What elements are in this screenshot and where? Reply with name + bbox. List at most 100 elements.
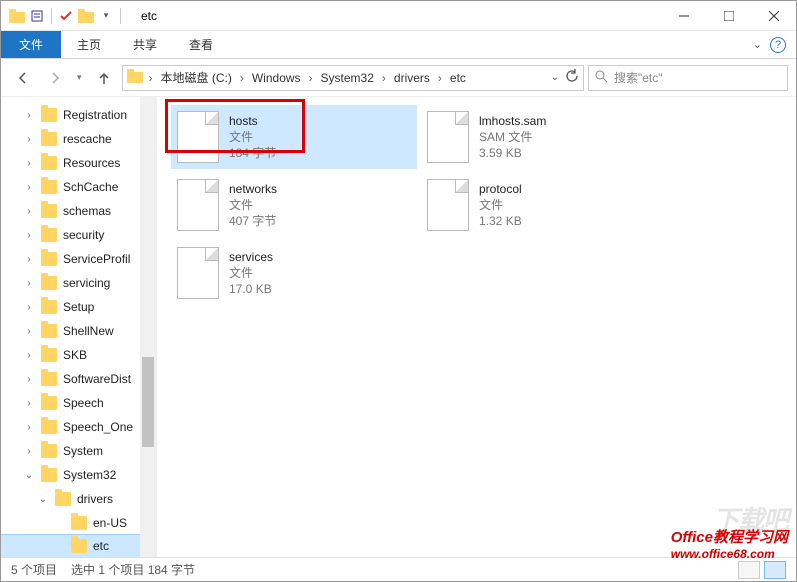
sidebar-item-label: rescache	[63, 132, 112, 146]
file-name: lmhosts.sam	[479, 113, 546, 129]
address-dropdown-icon[interactable]: ⌄	[551, 72, 559, 83]
chevron-right-icon[interactable]: ›	[303, 71, 319, 85]
file-meta: services文件17.0 KB	[229, 249, 273, 297]
chevron-down-icon[interactable]: ⌄	[23, 470, 35, 481]
chevron-right-icon[interactable]: ›	[432, 71, 448, 85]
recent-dropdown-icon[interactable]: ▾	[73, 72, 86, 83]
file-meta: protocol文件1.32 KB	[479, 181, 522, 229]
sidebar-item-serviceprofil[interactable]: ›ServiceProfil	[1, 247, 156, 271]
sidebar-item-skb[interactable]: › SKB	[1, 343, 156, 367]
folder-icon	[41, 180, 57, 194]
file-tile[interactable]: lmhosts.samSAM 文件3.59 KB	[421, 105, 667, 169]
sidebar-item-label: SKB	[63, 348, 87, 362]
chevron-right-icon[interactable]: ›	[23, 158, 35, 169]
forward-button[interactable]	[41, 64, 69, 92]
file-tile[interactable]: networks文件407 字节	[171, 173, 417, 237]
sidebar-item-en-us[interactable]: en-US	[1, 511, 156, 535]
chevron-right-icon[interactable]: ›	[23, 422, 35, 433]
folder-icon	[41, 324, 57, 338]
sidebar-item-schcache[interactable]: ›SchCache	[1, 175, 156, 199]
chevron-right-icon[interactable]: ›	[23, 398, 35, 409]
title-bar: ▾ etc	[1, 1, 796, 31]
chevron-right-icon[interactable]: ›	[234, 71, 250, 85]
sidebar-item-label: Speech	[63, 396, 104, 410]
chevron-right-icon[interactable]: ›	[23, 254, 35, 265]
file-pane[interactable]: hosts文件184 字节lmhosts.samSAM 文件3.59 KBnet…	[157, 97, 796, 557]
breadcrumb-segment[interactable]: System32	[319, 71, 376, 85]
search-placeholder: 搜索"etc"	[614, 69, 663, 86]
chevron-right-icon[interactable]: ›	[23, 302, 35, 313]
breadcrumb-segment[interactable]: drivers	[392, 71, 432, 85]
sidebar-item-system32[interactable]: ⌄System32	[1, 463, 156, 487]
sidebar-item-shellnew[interactable]: › ShellNew	[1, 319, 156, 343]
check-icon[interactable]	[58, 8, 74, 24]
search-input[interactable]: 搜索"etc"	[588, 65, 788, 91]
up-button[interactable]	[90, 64, 118, 92]
breadcrumb-segment[interactable]: etc	[448, 71, 468, 85]
sidebar-item-label: en-US	[93, 516, 127, 530]
file-tile[interactable]: services文件17.0 KB	[171, 241, 417, 305]
chevron-right-icon[interactable]: ›	[23, 230, 35, 241]
maximize-button[interactable]	[706, 1, 751, 30]
chevron-right-icon[interactable]: ›	[23, 110, 35, 121]
chevron-right-icon[interactable]: ›	[23, 134, 35, 145]
sidebar-item-etc[interactable]: etc	[1, 534, 157, 557]
help-icon[interactable]: ?	[770, 37, 786, 53]
sidebar-item-speech_one[interactable]: ›Speech_One	[1, 415, 156, 439]
file-tile[interactable]: protocol文件1.32 KB	[421, 173, 667, 237]
sidebar-item-system[interactable]: ›System	[1, 439, 156, 463]
refresh-icon[interactable]	[565, 69, 579, 86]
folder-icon	[41, 108, 57, 122]
props-icon[interactable]	[29, 8, 45, 24]
tab-home[interactable]: 主页	[61, 31, 117, 58]
sidebar-item-label: Registration	[63, 108, 127, 122]
sidebar-item-setup[interactable]: ›Setup	[1, 295, 156, 319]
chevron-right-icon[interactable]: ›	[143, 71, 159, 85]
sidebar-item-security[interactable]: ›security	[1, 223, 156, 247]
sidebar-item-schemas[interactable]: › schemas	[1, 199, 156, 223]
sidebar-item-label: schemas	[63, 204, 111, 218]
file-name: services	[229, 249, 273, 265]
sidebar-item-rescache[interactable]: › rescache	[1, 127, 156, 151]
breadcrumb-segment[interactable]: 本地磁盘 (C:)	[159, 69, 234, 86]
sidebar-item-label: ShellNew	[63, 324, 114, 338]
scrollbar-thumb[interactable]	[142, 357, 154, 447]
back-button[interactable]	[9, 64, 37, 92]
chevron-right-icon[interactable]: ›	[23, 206, 35, 217]
chevron-right-icon[interactable]: ›	[23, 446, 35, 457]
scrollbar[interactable]	[140, 97, 156, 557]
chevron-down-icon[interactable]: ⌄	[37, 494, 49, 505]
chevron-right-icon[interactable]: ›	[376, 71, 392, 85]
quick-access-toolbar: ▾	[1, 8, 131, 24]
folder-icon	[78, 8, 94, 24]
sidebar-item-registration[interactable]: › Registration	[1, 103, 156, 127]
address-bar[interactable]: › 本地磁盘 (C:) › Windows › System32 › drive…	[122, 65, 584, 91]
chevron-right-icon[interactable]: ›	[23, 182, 35, 193]
sidebar-item-drivers[interactable]: ⌄drivers	[1, 487, 156, 511]
close-button[interactable]	[751, 1, 796, 30]
qat-dropdown-icon[interactable]: ▾	[98, 8, 114, 24]
chevron-right-icon[interactable]: ›	[23, 374, 35, 385]
sidebar-item-softwaredist[interactable]: ›SoftwareDist	[1, 367, 156, 391]
tiles-view-button[interactable]	[764, 561, 786, 579]
chevron-right-icon[interactable]: ›	[23, 350, 35, 361]
ribbon-expand-icon[interactable]: ⌄	[753, 38, 762, 51]
minimize-button[interactable]	[661, 1, 706, 30]
file-icon	[177, 179, 219, 231]
folder-icon	[41, 300, 57, 314]
navigation-pane: › Registration › rescache ›Resources›SchCach…	[1, 97, 157, 557]
sidebar-item-servicing[interactable]: ›servicing	[1, 271, 156, 295]
chevron-right-icon[interactable]: ›	[23, 326, 35, 337]
file-tile[interactable]: hosts文件184 字节	[171, 105, 417, 169]
chevron-right-icon[interactable]: ›	[23, 278, 35, 289]
details-view-button[interactable]	[738, 561, 760, 579]
tab-share[interactable]: 共享	[117, 31, 173, 58]
status-bar: 5 个项目 选中 1 个项目 184 字节	[1, 557, 796, 581]
file-tab[interactable]: 文件	[1, 31, 61, 58]
file-name: protocol	[479, 181, 522, 197]
sidebar-item-speech[interactable]: › Speech	[1, 391, 156, 415]
sidebar-item-resources[interactable]: ›Resources	[1, 151, 156, 175]
folder-icon	[71, 516, 87, 530]
tab-view[interactable]: 查看	[173, 31, 229, 58]
breadcrumb-segment[interactable]: Windows	[250, 71, 303, 85]
